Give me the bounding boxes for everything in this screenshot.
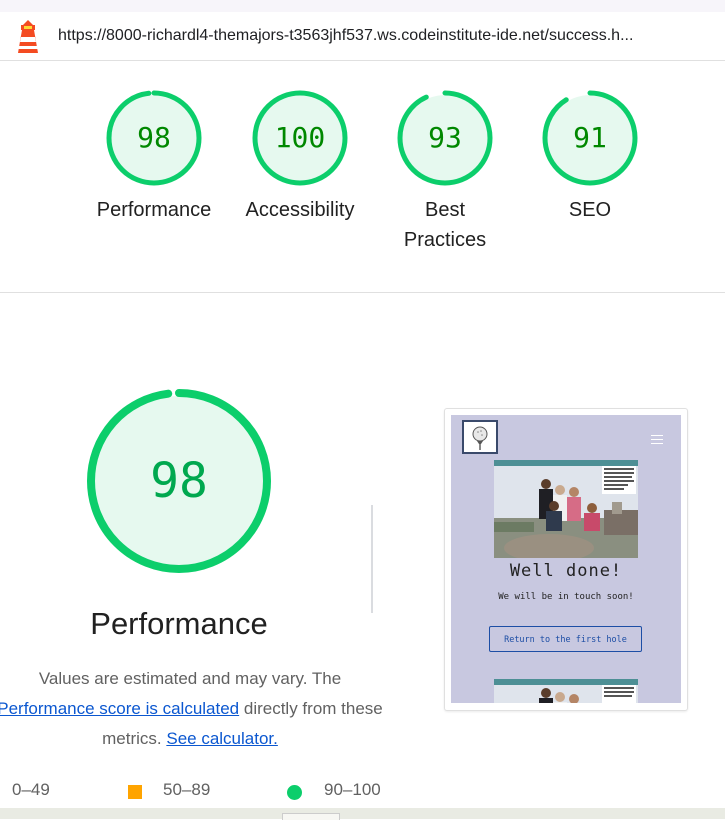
gauge-seo[interactable]: 91 SEO (542, 90, 638, 225)
desc-text-2: directly from these (239, 699, 383, 718)
url-bar[interactable]: https://8000-richardl4-themajors-t3563jh… (0, 12, 725, 61)
gauge-performance[interactable]: 98 Performance (97, 90, 211, 225)
gauge-score: 93 (428, 121, 462, 154)
golfers-photo (494, 460, 638, 558)
gauge-label-line2: Practices (403, 229, 487, 251)
gauge-label: Best Practices (377, 195, 513, 255)
thumb-title: Well done! (509, 561, 623, 581)
performance-description: Values are estimated and may vary. The P… (0, 664, 410, 754)
final-screenshot-frame[interactable]: Well done! We will be in touch soon! Ret… (444, 408, 688, 711)
gauge-label: Performance (96, 199, 212, 221)
legend-pass-label: 90–100 (324, 780, 381, 799)
gauge-score: 91 (573, 121, 607, 154)
lighthouse-icon (18, 20, 38, 53)
desc-text-3: metrics. (102, 729, 167, 748)
legend-average-square-icon (128, 785, 142, 799)
performance-big-gauge: 98 (86, 388, 272, 574)
section-divider (0, 292, 725, 293)
legend-average-label: 50–89 (163, 780, 211, 799)
performance-title: Performance (90, 606, 268, 641)
gauge-label-line1: Best (424, 199, 466, 221)
legend-pass-circle-icon (287, 785, 302, 800)
site-logo-icon (462, 420, 498, 454)
browser-top-strip (0, 0, 725, 12)
gauge-label: Accessibility (245, 199, 355, 221)
hamburger-menu-icon (651, 435, 663, 444)
score-calculated-link[interactable]: Performance score is calculated (0, 699, 239, 718)
big-gauge-score: 98 (150, 453, 208, 509)
gauge-best-practices[interactable]: 93 Best Practices (397, 90, 493, 255)
golfers-photo-repeat (494, 679, 638, 703)
thumb-subtitle: We will be in touch soon! (498, 592, 634, 602)
final-screenshot: Well done! We will be in touch soon! Ret… (451, 415, 681, 703)
legend-fail-label: 0–49 (12, 780, 50, 799)
desc-text-1: Values are estimated and may vary. The (38, 669, 342, 688)
thumb-return-button: Return to the first hole (489, 626, 642, 652)
gauge-score: 98 (137, 121, 171, 154)
gauge-score: 100 (274, 121, 326, 154)
url-text[interactable]: https://8000-richardl4-themajors-t3563jh… (58, 27, 713, 45)
vertical-divider (371, 505, 373, 613)
gauge-accessibility[interactable]: 100 Accessibility (246, 90, 354, 225)
see-calculator-link[interactable]: See calculator. (166, 729, 278, 748)
gauge-label: SEO (568, 199, 612, 221)
bottom-scrollbar[interactable] (0, 808, 725, 819)
